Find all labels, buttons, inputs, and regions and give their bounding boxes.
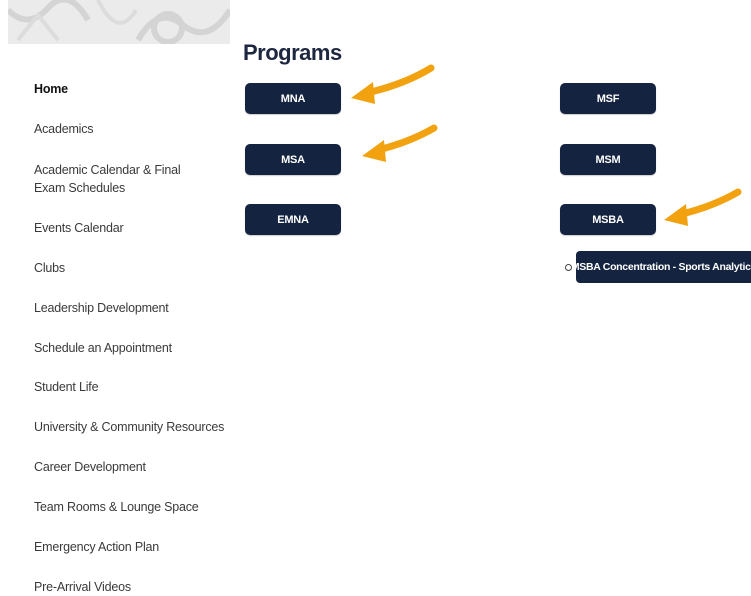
sidebar-item-schedule-appointment[interactable]: Schedule an Appointment bbox=[34, 339, 214, 357]
program-button-msm[interactable]: MSM bbox=[560, 144, 656, 175]
sidebar-item-student-life[interactable]: Student Life bbox=[34, 378, 214, 396]
sidebar-item-leadership-development[interactable]: Leadership Development bbox=[34, 299, 214, 317]
annotation-arrow-icon bbox=[351, 64, 435, 104]
sidebar-item-university-community-resources[interactable]: University & Community Resources bbox=[34, 418, 230, 436]
program-button-msf[interactable]: MSF bbox=[560, 83, 656, 114]
sidebar-item-clubs[interactable]: Clubs bbox=[34, 259, 214, 277]
page-title: Programs bbox=[243, 40, 342, 65]
program-button-emna[interactable]: EMNA bbox=[245, 204, 341, 235]
sidebar-item-emergency-action-plan[interactable]: Emergency Action Plan bbox=[34, 538, 214, 556]
program-button-msa[interactable]: MSA bbox=[245, 144, 341, 175]
program-button-msba[interactable]: MSBA bbox=[560, 204, 656, 235]
sidebar-item-team-rooms[interactable]: Team Rooms & Lounge Space bbox=[34, 498, 214, 516]
sidebar-item-academics[interactable]: Academics bbox=[34, 120, 214, 138]
header-banner-image bbox=[8, 0, 230, 44]
sidebar-item-home[interactable]: Home bbox=[34, 80, 214, 98]
program-button-msba-sports-analytics[interactable]: MSBA Concentration - Sports Analytics bbox=[576, 251, 751, 283]
program-button-mna[interactable]: MNA bbox=[245, 83, 341, 114]
annotation-arrow-icon bbox=[362, 124, 438, 162]
sidebar-item-academic-calendar[interactable]: Academic Calendar & Final Exam Schedules bbox=[34, 161, 204, 197]
annotation-arrow-icon bbox=[664, 188, 742, 226]
sidebar-item-events-calendar[interactable]: Events Calendar bbox=[34, 219, 214, 237]
sidebar-item-pre-arrival-videos[interactable]: Pre-Arrival Videos bbox=[34, 578, 214, 596]
list-bullet bbox=[565, 264, 572, 271]
sidebar-item-career-development[interactable]: Career Development bbox=[34, 458, 214, 476]
